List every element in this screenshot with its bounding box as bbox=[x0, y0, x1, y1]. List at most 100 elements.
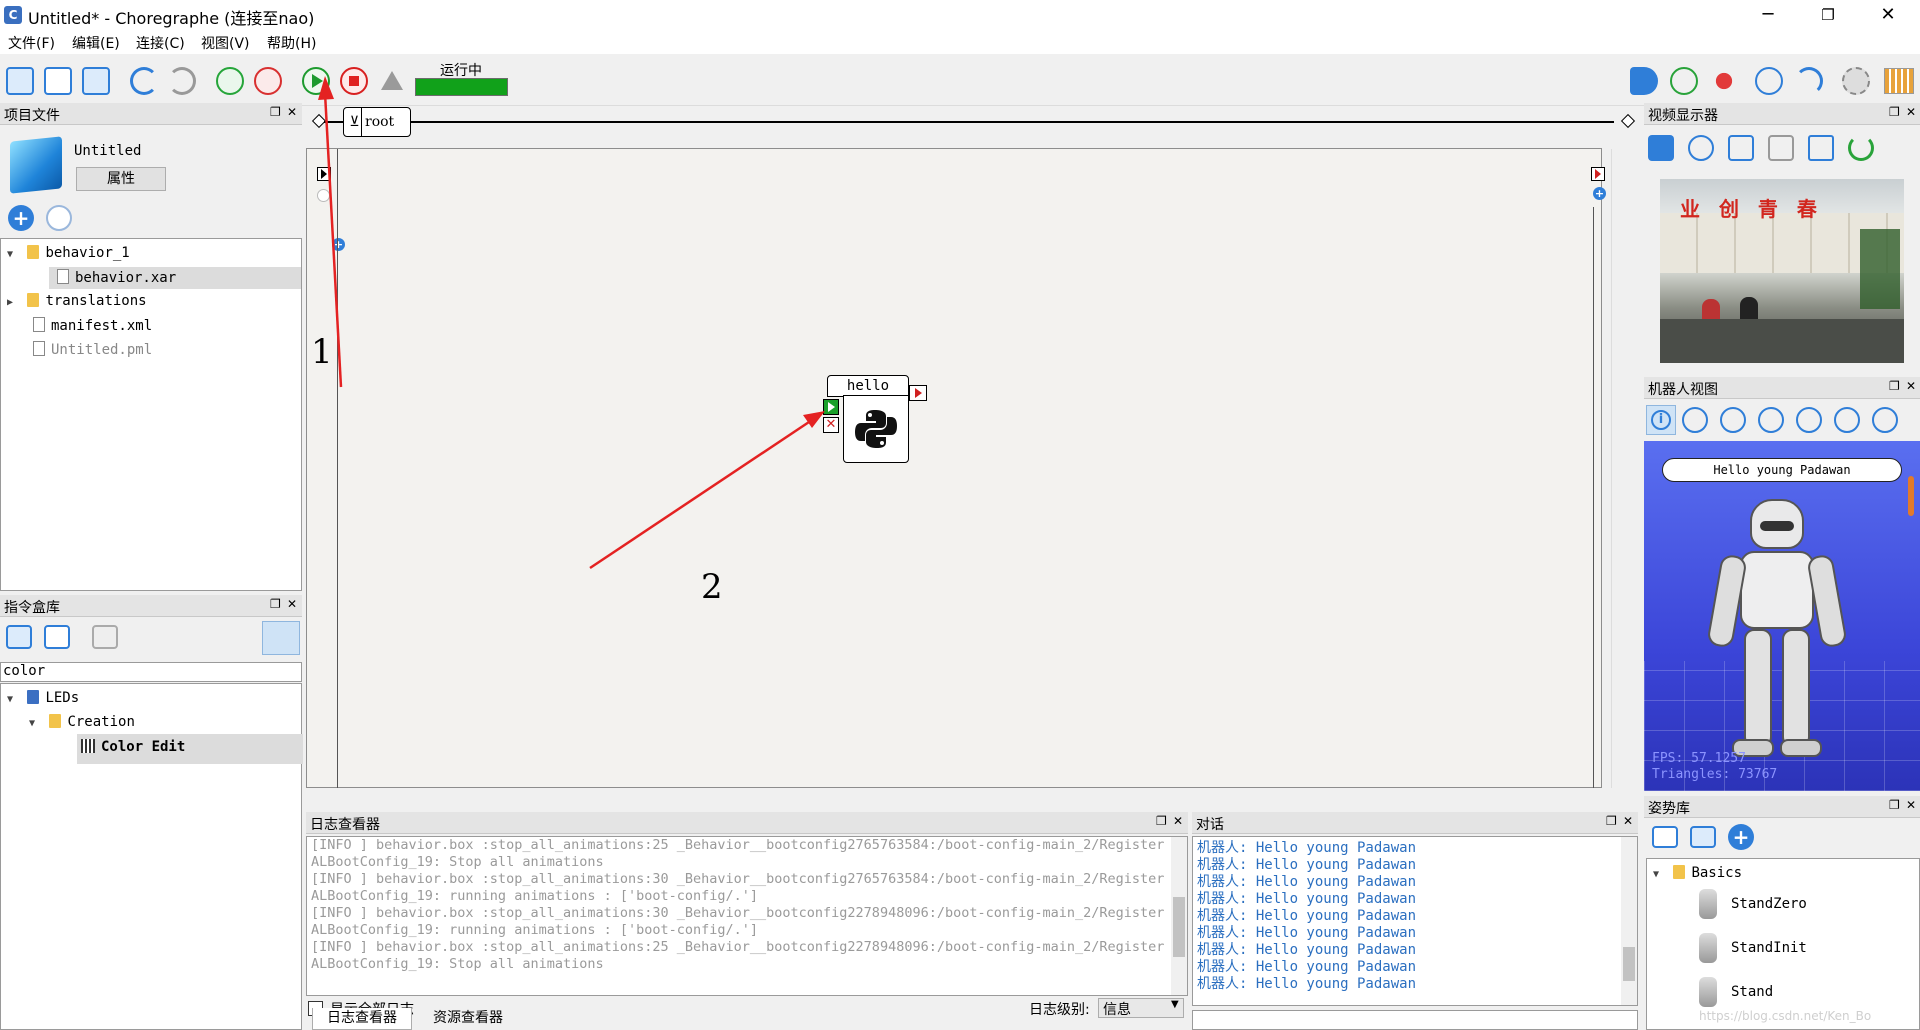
float-panel-icon[interactable]: ❐ bbox=[270, 105, 281, 119]
properties-button[interactable]: 属性 bbox=[76, 167, 166, 191]
close-panel-icon[interactable]: ✕ bbox=[1906, 105, 1916, 119]
save-project-icon[interactable] bbox=[82, 67, 110, 95]
library-view-icon[interactable] bbox=[92, 625, 118, 649]
dialog-scrollbar[interactable] bbox=[1621, 837, 1637, 1005]
fullscreen-icon[interactable] bbox=[1808, 135, 1834, 161]
close-button[interactable]: ✕ bbox=[1860, 0, 1916, 30]
open-pose-icon[interactable] bbox=[1652, 826, 1678, 848]
save-pose-icon[interactable] bbox=[1690, 826, 1716, 848]
float-panel-icon[interactable]: ❐ bbox=[1156, 814, 1167, 828]
scrollbar-thumb[interactable] bbox=[1623, 947, 1635, 981]
canvas-horizontal-scrollbar[interactable] bbox=[306, 788, 1636, 804]
float-panel-icon[interactable]: ❐ bbox=[1889, 105, 1900, 119]
float-panel-icon[interactable]: ❐ bbox=[1889, 798, 1900, 812]
connect-icon[interactable] bbox=[216, 67, 244, 95]
refresh-icon[interactable] bbox=[1848, 135, 1874, 161]
pause-video-icon[interactable] bbox=[1648, 135, 1674, 161]
float-panel-icon[interactable]: ❐ bbox=[270, 597, 281, 611]
leds-icon[interactable] bbox=[1796, 407, 1822, 433]
wake-up-icon[interactable] bbox=[1842, 67, 1870, 95]
scrollbar-thumb[interactable] bbox=[1173, 897, 1185, 957]
motion-icon[interactable] bbox=[1720, 407, 1746, 433]
snapshot-icon[interactable] bbox=[1768, 135, 1794, 161]
minimize-button[interactable]: ─ bbox=[1740, 0, 1796, 30]
new-project-icon[interactable] bbox=[6, 67, 34, 95]
menu-view[interactable]: 视图(V) bbox=[201, 33, 250, 53]
robot-3d-view[interactable]: Hello young Padawan FPS: 57.1257 Triangl… bbox=[1644, 441, 1920, 791]
tree-item-basics[interactable]: ▼ Basics bbox=[1653, 865, 1742, 881]
tree-item-manifest[interactable]: manifest.xml bbox=[33, 317, 152, 334]
open-project-icon[interactable] bbox=[44, 67, 72, 95]
info-icon[interactable]: i bbox=[1646, 405, 1676, 435]
autonomous-life-icon[interactable] bbox=[1755, 67, 1783, 95]
folder-icon bbox=[27, 245, 40, 259]
dialog-text-area[interactable]: 机器人: Hello young Padawan 机器人: Hello youn… bbox=[1192, 836, 1638, 1006]
library-search-input[interactable]: color bbox=[0, 662, 302, 682]
animation-mode-icon[interactable] bbox=[1710, 67, 1738, 95]
sensors-icon[interactable] bbox=[1758, 407, 1784, 433]
close-panel-icon[interactable]: ✕ bbox=[287, 597, 297, 611]
add-pose-icon[interactable]: + bbox=[1728, 824, 1754, 850]
menu-edit[interactable]: 编辑(E) bbox=[72, 33, 120, 53]
tree-item-behavior-folder[interactable]: ▼ behavior_1 bbox=[7, 245, 130, 261]
add-output-icon[interactable]: + bbox=[1593, 187, 1606, 200]
play-icon[interactable] bbox=[302, 67, 330, 95]
flow-diagram-canvas[interactable]: + + hello ✕ 1 2 bbox=[306, 148, 1627, 789]
maximize-button[interactable]: ❐ bbox=[1800, 0, 1856, 30]
stop-icon[interactable] bbox=[340, 67, 368, 95]
canvas-vertical-scrollbar[interactable] bbox=[1611, 149, 1627, 789]
learn-face-icon[interactable] bbox=[1688, 135, 1714, 161]
box-onstopped-output-icon[interactable] bbox=[909, 385, 927, 401]
hello-python-box[interactable]: hello ✕ bbox=[823, 375, 909, 465]
dialog-input[interactable] bbox=[1192, 1010, 1638, 1030]
float-panel-icon[interactable]: ❐ bbox=[1889, 379, 1900, 393]
open-library-icon[interactable] bbox=[44, 625, 70, 649]
disconnect-icon[interactable] bbox=[254, 67, 282, 95]
onstopped-output-icon[interactable] bbox=[1591, 167, 1605, 181]
tab-resource-viewer[interactable]: 资源查看器 bbox=[418, 1008, 518, 1030]
close-panel-icon[interactable]: ✕ bbox=[1906, 798, 1916, 812]
onstart-input-icon[interactable] bbox=[317, 167, 331, 181]
input-placeholder-icon[interactable] bbox=[317, 189, 330, 202]
pose-item-standzero[interactable]: StandZero bbox=[1699, 887, 1807, 921]
close-panel-icon[interactable]: ✕ bbox=[1173, 814, 1183, 828]
close-panel-icon[interactable]: ✕ bbox=[1906, 379, 1916, 393]
log-level-select[interactable]: 信息 ▼ bbox=[1098, 998, 1184, 1018]
robot-stiffness-icon[interactable] bbox=[1670, 67, 1698, 95]
pose-item-stand[interactable]: Stand bbox=[1699, 975, 1773, 1009]
close-panel-icon[interactable]: ✕ bbox=[1623, 814, 1633, 828]
rest-icon[interactable] bbox=[1795, 67, 1823, 95]
zoom-icon[interactable] bbox=[1872, 407, 1898, 433]
add-icon[interactable]: + bbox=[8, 205, 34, 231]
breadcrumb[interactable]: ⊻ root bbox=[343, 107, 411, 137]
menu-help[interactable]: 帮助(H) bbox=[267, 33, 316, 53]
debug-warning-icon[interactable] bbox=[378, 67, 406, 95]
log-scrollbar[interactable] bbox=[1171, 837, 1187, 995]
box-onstop-input-icon[interactable]: ✕ bbox=[823, 417, 839, 433]
close-panel-icon[interactable]: ✕ bbox=[287, 105, 297, 119]
box-onstart-input-icon[interactable] bbox=[823, 399, 839, 415]
volume-icon[interactable] bbox=[1630, 67, 1658, 95]
left-border-line bbox=[337, 149, 338, 789]
menu-connect[interactable]: 连接(C) bbox=[136, 33, 185, 53]
add-input-icon[interactable]: + bbox=[332, 238, 345, 251]
sonar-icon[interactable] bbox=[1834, 407, 1860, 433]
log-text-area[interactable]: [INFO ] behavior.box :stop_all_animation… bbox=[306, 836, 1188, 996]
tree-item-creation[interactable]: ▼ Creation bbox=[29, 714, 135, 730]
delete-icon[interactable] bbox=[46, 205, 72, 231]
tree-item-color-edit[interactable]: Color Edit bbox=[77, 734, 303, 764]
learn-object-icon[interactable] bbox=[1728, 135, 1754, 161]
undo-icon[interactable] bbox=[130, 67, 158, 95]
pose-item-standinit[interactable]: StandInit bbox=[1699, 931, 1807, 965]
joints-icon[interactable] bbox=[1682, 407, 1708, 433]
redo-icon[interactable] bbox=[168, 67, 196, 95]
search-filter-icon[interactable] bbox=[262, 621, 300, 655]
float-panel-icon[interactable]: ❐ bbox=[1606, 814, 1617, 828]
tree-item-translations[interactable]: ▶ translations bbox=[7, 293, 147, 309]
tree-item-pml[interactable]: Untitled.pml bbox=[33, 341, 152, 358]
tab-log-viewer[interactable]: 日志查看器 bbox=[312, 1008, 412, 1030]
tree-item-behavior-xar[interactable]: behavior.xar bbox=[49, 267, 301, 289]
new-library-icon[interactable] bbox=[6, 625, 32, 649]
tree-item-leds[interactable]: ▼ LEDs bbox=[7, 690, 79, 706]
menu-file[interactable]: 文件(F) bbox=[8, 33, 55, 53]
